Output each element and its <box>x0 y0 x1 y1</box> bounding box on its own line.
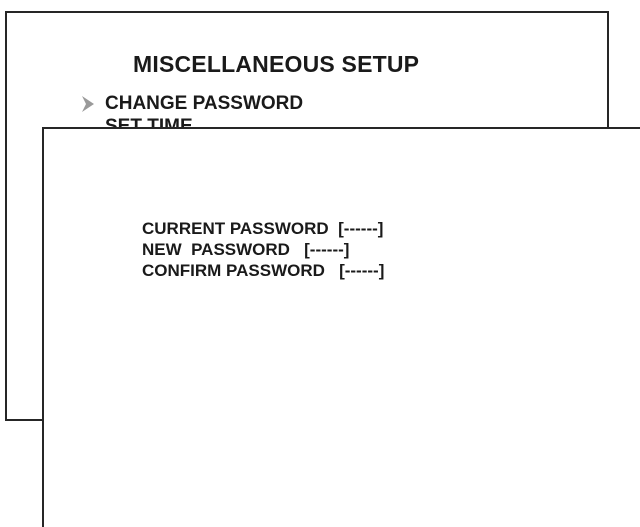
menu-title: MISCELLANEOUS SETUP <box>133 51 420 77</box>
menu-item-change-password[interactable]: CHANGE PASSWORD <box>81 92 303 115</box>
change-password-screen: CURRENT PASSWORD [------] NEW PASSWORD [… <box>42 127 640 527</box>
current-password-row[interactable]: CURRENT PASSWORD [------] <box>142 218 384 239</box>
current-password-label: CURRENT PASSWORD <box>142 219 329 238</box>
new-password-row[interactable]: NEW PASSWORD [------] <box>142 239 384 260</box>
chevron-right-icon <box>82 96 94 112</box>
new-password-field[interactable]: [------] <box>304 240 349 259</box>
confirm-password-label: CONFIRM PASSWORD <box>142 261 325 280</box>
new-password-label: NEW PASSWORD <box>142 240 290 259</box>
confirm-password-field[interactable]: [------] <box>339 261 384 280</box>
confirm-password-row[interactable]: CONFIRM PASSWORD [------] <box>142 260 384 281</box>
current-password-field[interactable]: [------] <box>338 219 383 238</box>
menu-item-label: CHANGE PASSWORD <box>105 93 304 114</box>
password-fields: CURRENT PASSWORD [------] NEW PASSWORD [… <box>142 218 384 281</box>
